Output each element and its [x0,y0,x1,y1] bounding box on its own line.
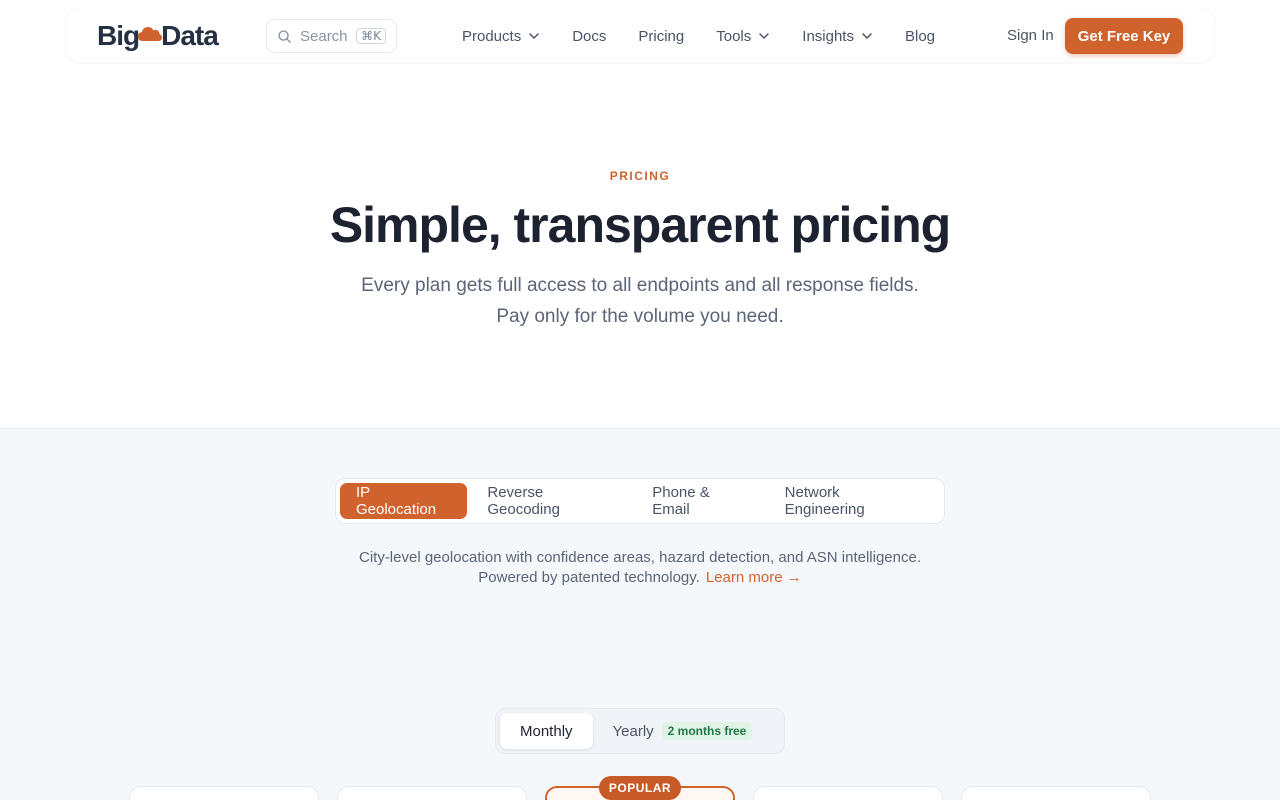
pricing-section: IP Geolocation Reverse Geocoding Phone &… [0,428,1280,800]
nav-docs[interactable]: Docs [572,28,606,45]
product-description-line-1: City-level geolocation with confidence a… [358,549,921,566]
tab-phone-email[interactable]: Phone & Email [636,483,764,519]
yearly-discount-badge: 2 months free [661,722,753,740]
tab-network-engineering[interactable]: Network Engineering [769,483,936,519]
billing-yearly-label: Yearly [612,722,654,740]
nav-products[interactable]: Products [462,28,540,45]
plan-card[interactable] [129,786,319,800]
pricing-eyebrow: PRICING [609,169,671,183]
top-navbar: Big Data Search ⌘K Products Docs Pricing… [66,10,1214,62]
plan-card[interactable] [961,786,1151,800]
nav-insights-label: Insights [802,27,854,45]
chevron-down-icon [862,33,872,39]
product-description: City-level geolocation with confidence a… [0,548,1280,588]
nav-blog-label: Blog [904,27,936,45]
nav-tools[interactable]: Tools [716,28,770,45]
plan-card[interactable] [753,786,943,800]
search-shortcut-badge: ⌘K [356,28,386,44]
cloud-logo-icon [138,27,163,41]
learn-more-link[interactable]: Learn more → [706,569,802,586]
nav-tools-label: Tools [716,27,752,45]
nav-pricing-label: Pricing [638,27,685,45]
chevron-down-icon [759,33,770,39]
search-placeholder: Search [300,27,348,45]
logo-text-data: Data [161,20,219,51]
search-icon [278,29,291,43]
tab-ip-geolocation[interactable]: IP Geolocation [340,483,468,519]
plan-card[interactable] [337,786,527,800]
nav-blog[interactable]: Blog [905,28,935,45]
tab-reverse-geocoding[interactable]: Reverse Geocoding [471,483,632,519]
page-title: Simple, transparent pricing [329,197,951,253]
sign-in-link[interactable]: Sign In [1007,27,1054,44]
nav-pricing[interactable]: Pricing [638,28,684,45]
logo-text-big: Big [97,20,140,51]
get-free-key-button[interactable]: Get Free Key [1065,18,1183,54]
chevron-down-icon [529,33,539,39]
product-description-line-2: Powered by patented technology. Learn mor… [0,568,1280,588]
product-description-powered: Powered by patented technology. [478,569,700,586]
hero-section: PRICING Simple, transparent pricing Ever… [0,62,1280,428]
hero-subtitle: Every plan gets full access to all endpo… [0,270,1280,332]
product-tabs: IP Geolocation Reverse Geocoding Phone &… [335,478,945,524]
billing-toggle: Monthly Yearly 2 months free [495,708,785,754]
hero-subtitle-line-2: Pay only for the volume you need. [496,306,784,327]
nav-docs-label: Docs [572,27,607,45]
billing-monthly-option[interactable]: Monthly [500,713,593,749]
nav-products-label: Products [462,27,522,45]
bigdata-logo[interactable]: Big Data [97,20,219,52]
popular-badge: POPULAR [599,776,681,800]
search-box[interactable]: Search ⌘K [266,19,397,53]
billing-yearly-option[interactable]: Yearly 2 months free [593,713,773,749]
main-menu: Products Docs Pricing Tools Insights Blo… [462,10,967,62]
hero-subtitle-line-1: Every plan gets full access to all endpo… [361,275,919,296]
nav-insights[interactable]: Insights [802,28,873,45]
